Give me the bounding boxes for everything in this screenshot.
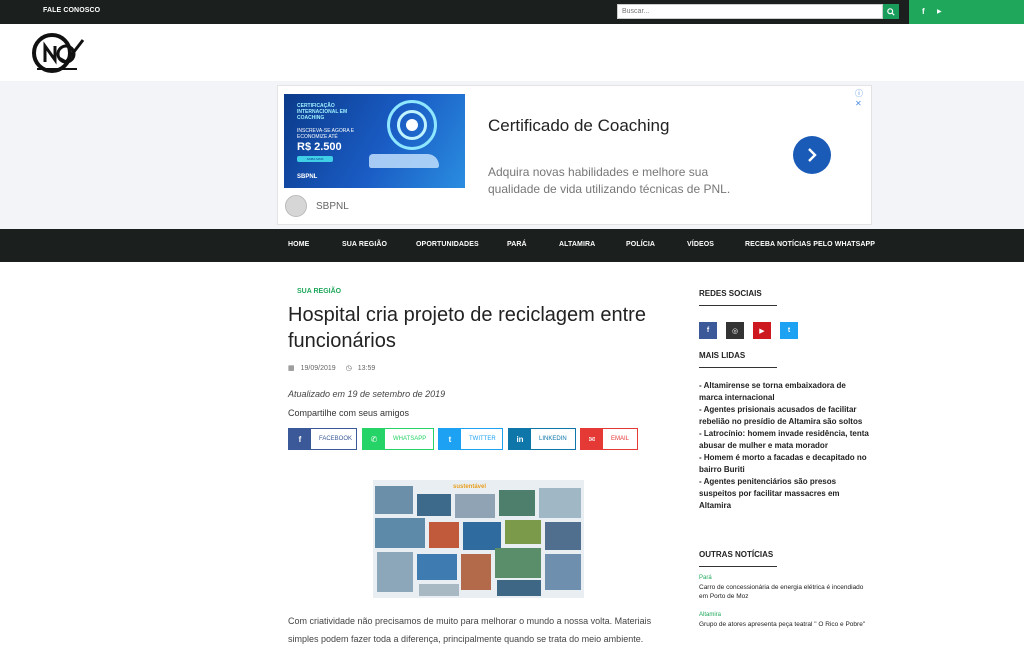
calendar-icon: ▦ [288,365,295,372]
share-facebook-button[interactable]: f FACEBOOK [288,428,357,450]
ad-image-logo: SBPNL [297,174,318,180]
main-nav: HOME SUA REGIÃO OPORTUNIDADES PARÁ ALTAM… [0,229,1024,262]
twitter-icon: t [439,429,461,449]
sidebar-youtube-button[interactable]: ▶ [753,322,771,339]
ad-description: Adquira novas habilidades e melhore sua … [488,165,731,196]
search-button[interactable] [883,4,899,19]
contact-link[interactable]: FALE CONOSCO [43,7,100,14]
ad-brand-logo [285,195,307,217]
youtube-icon[interactable]: ▶ [937,8,942,15]
other-news-heading: OUTRAS NOTÍCIAS [699,550,774,559]
search-input[interactable] [617,4,883,19]
share-linkedin-label: LINKEDIN [539,436,567,442]
nav-item-policia[interactable]: POLÍCIA [626,241,655,248]
nav-item-sua-regiao[interactable]: SUA REGIÃO [342,241,387,248]
share-twitter-label: TWITTER [469,436,496,442]
share-email-button[interactable]: ✉ EMAIL [580,428,638,450]
article-body: Com criatividade não precisamos de muito… [288,616,652,644]
most-read-item[interactable]: - Agentes prisionais acusados de facilit… [699,404,869,428]
heading-divider [699,367,777,368]
nav-item-altamira[interactable]: ALTAMIRA [559,241,595,248]
article-title: Hospital cria projeto de reciclagem entr… [288,304,646,352]
share-email-label: EMAIL [611,436,630,442]
sidebar-instagram-button[interactable]: ◎ [726,322,744,339]
other-news-category[interactable]: Pará [699,575,712,581]
ad-image-headline: CERTIFICAÇÃO INTERNACIONAL EM COACHING [297,103,348,121]
clock-icon: ◷ [345,365,352,372]
ad-next-button[interactable] [793,136,831,174]
most-read-item[interactable]: - Agentes penitenciários são presos susp… [699,476,869,512]
ad-image-subline: INSCREVA-SE AGORA E ECONOMIZE ATÉ [297,128,355,140]
article-category[interactable]: SUA REGIÃO [297,288,341,295]
article-photo[interactable]: sustentável [373,480,584,598]
hand-graphic [369,154,439,168]
other-news-title[interactable]: Grupo de atores apresenta peça teatral "… [699,620,869,629]
share-facebook-label: FACEBOOK [319,436,353,442]
linkedin-icon: in [509,429,531,449]
chevron-right-icon [808,148,817,162]
share-twitter-button[interactable]: t TWITTER [438,428,503,450]
most-read-item[interactable]: - Altamirense se torna embaixadora de ma… [699,380,869,404]
ad-container: CERTIFICAÇÃO INTERNACIONAL EM COACHING I… [0,81,1024,229]
most-read-heading: MAIS LIDAS [699,351,746,360]
nav-item-para[interactable]: PARÁ [507,241,527,248]
share-linkedin-button[interactable]: in LINKEDIN [508,428,576,450]
nav-item-whatsapp-news[interactable]: RECEBA NOTÍCIAS PELO WHATSAPP [745,241,875,248]
ad-image[interactable]: CERTIFICAÇÃO INTERNACIONAL EM COACHING I… [284,94,465,188]
share-whatsapp-button[interactable]: ✆ WHATSAPP [362,428,434,450]
other-news-title[interactable]: Carro de concessionária de energia elétr… [699,583,869,601]
article-date: 19/09/2019 [300,365,336,372]
ad-choices-icon[interactable]: ⓘ ✕ [855,88,871,108]
site-logo[interactable] [31,30,86,76]
nav-item-videos[interactable]: VÍDEOS [687,241,714,248]
social-heading: REDES SOCIAIS [699,289,762,298]
ad-title[interactable]: Certificado de Coaching [488,116,669,136]
facebook-icon: f [289,429,311,449]
sidebar-twitter-button[interactable]: t [780,322,798,339]
nav-item-oportunidades[interactable]: OPORTUNIDADES [416,241,479,248]
header-logo-area [0,24,1024,81]
article-updated: Atualizado em 19 de setembro de 2019 [288,389,446,399]
heading-divider [699,305,777,306]
ad-banner[interactable]: CERTIFICAÇÃO INTERNACIONAL EM COACHING I… [277,85,872,225]
most-read-item[interactable]: - Latrocínio: homem invade residência, t… [699,428,869,452]
email-icon: ✉ [581,429,603,449]
photo-caption: sustentável [453,484,487,490]
top-social-bar: f ▶ [909,0,1024,24]
top-bar: FALE CONOSCO f ▶ [0,0,1024,24]
whatsapp-icon: ✆ [363,429,385,449]
share-label: Compartilhe com seus amigos [288,408,410,418]
nav-item-home[interactable]: HOME [288,241,309,248]
article-time: 13:59 [357,365,376,372]
target-center [406,119,418,131]
article-meta: ▦ 19/09/2019 ◷ 13:59 [288,364,375,372]
heading-divider [699,566,777,567]
facebook-icon[interactable]: f [922,7,925,16]
most-read-list: - Altamirense se torna embaixadora de ma… [699,380,869,512]
other-news-category[interactable]: Altamira [699,612,721,618]
share-whatsapp-label: WHATSAPP [393,436,427,442]
ad-brand-name[interactable]: SBPNL [316,201,349,212]
most-read-item[interactable]: - Homem é morto a facadas e decapitado n… [699,452,869,476]
ad-image-price: R$ 2.500 [297,141,342,153]
ad-image-cta: SAIBA MAIS [297,156,333,162]
search-icon [887,7,895,16]
sidebar-facebook-button[interactable]: f [699,322,717,339]
